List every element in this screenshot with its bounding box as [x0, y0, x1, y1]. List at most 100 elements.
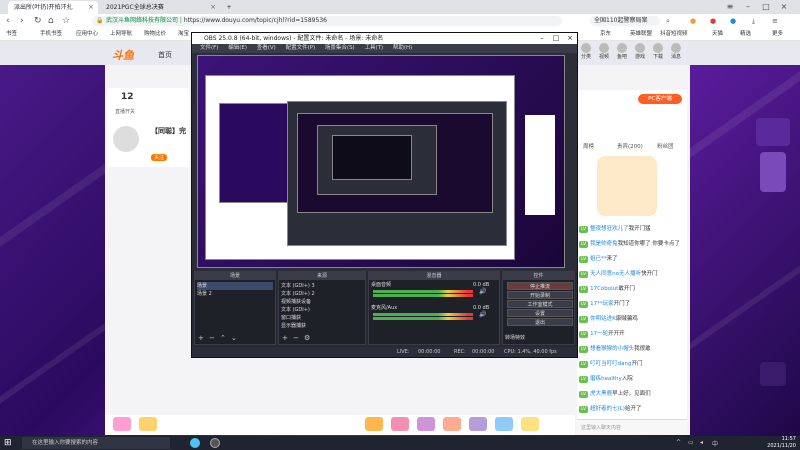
chat-username[interactable]: 我是帅奇兔 — [590, 241, 618, 247]
room-tab[interactable]: 直播开关 — [115, 108, 135, 115]
downloads-icon[interactable]: ⤓ — [752, 15, 755, 27]
chat-username[interactable]: 想看猴猴的小帽头 — [590, 346, 634, 352]
maximize-icon[interactable]: □ — [549, 33, 563, 44]
gift-icon[interactable] — [365, 417, 383, 431]
gift-icon[interactable] — [139, 417, 157, 431]
new-tab-button[interactable]: + — [222, 1, 236, 14]
minimize-icon[interactable]: – — [740, 0, 756, 14]
remove-scene-icon[interactable]: − — [209, 334, 215, 342]
source-item[interactable]: 文本 (GDI+) — [281, 306, 310, 314]
bookmark-item[interactable]: 书签 — [6, 28, 17, 40]
home-icon[interactable]: ⌂ — [48, 15, 54, 27]
menu-edit[interactable]: 编辑(E) — [228, 45, 247, 51]
menu-icon[interactable]: ≡ — [722, 0, 738, 14]
source-settings-icon[interactable]: ⚙ — [304, 334, 310, 342]
avatar[interactable] — [113, 126, 139, 152]
gift-icon[interactable] — [495, 417, 513, 431]
download-icon[interactable]: 下载 — [652, 43, 664, 60]
nav-home[interactable]: 首页 — [158, 50, 172, 60]
search-input[interactable]: 全国110起警察局案 — [590, 16, 660, 26]
close-tab-icon[interactable]: × — [210, 1, 216, 14]
move-up-icon[interactable]: ⌃ — [220, 334, 226, 342]
obs-app-icon[interactable] — [210, 438, 220, 448]
bookmark-item[interactable]: 上网导航 — [110, 28, 132, 40]
extension-icon-2[interactable]: ● — [710, 15, 716, 27]
browser-app-icon[interactable] — [190, 438, 200, 448]
chat-username[interactable]: 17Cobolut — [590, 286, 618, 292]
menu-tools[interactable]: 工具(T) — [364, 45, 383, 51]
bookmark-item[interactable]: 英雄联盟 — [630, 28, 652, 40]
game-icon[interactable]: 游戏 — [634, 43, 646, 60]
chat-username[interactable]: 无人同意no无人播听 — [590, 271, 641, 277]
bookmark-item[interactable]: 精选 — [740, 28, 751, 40]
minimize-icon[interactable]: – — [535, 33, 549, 44]
menu-view[interactable]: 查看(V) — [257, 45, 276, 51]
chat-username[interactable]: 17一轮 — [590, 331, 608, 337]
tab-fans[interactable]: 粉丝团 — [657, 142, 674, 150]
menu-help[interactable]: 帮助(H) — [393, 45, 412, 51]
source-item[interactable]: 窗口捕获 — [281, 314, 301, 322]
move-down-icon[interactable]: ⌄ — [231, 334, 237, 342]
chat-input[interactable]: 这里输入聊天内容 — [577, 419, 687, 435]
volume-icon[interactable]: ◂ — [700, 439, 703, 446]
add-scene-icon[interactable]: + — [198, 334, 204, 342]
chat-username[interactable]: 你明站进K — [590, 316, 616, 322]
bookmark-item[interactable]: 购物比价 — [144, 28, 166, 40]
close-window-icon[interactable]: × — [776, 0, 792, 14]
bookmark-item[interactable]: 抖音短视频 — [660, 28, 688, 40]
scene-item[interactable]: 场景 — [197, 282, 273, 290]
transitions-tab[interactable]: 转场特效 — [505, 334, 525, 342]
windows-start-icon[interactable]: ⊞ — [4, 438, 12, 448]
scene-item[interactable]: 场景 2 — [197, 290, 212, 298]
maximize-icon[interactable]: □ — [758, 0, 774, 14]
menu-file[interactable]: 文件(F) — [200, 45, 218, 51]
address-bar[interactable]: 🔒 武汉斗鱼网络科技有限公司 | https://www.douyu.com/t… — [92, 16, 562, 26]
start-recording-button[interactable]: 开始录制 — [507, 291, 573, 299]
speaker-icon[interactable]: 🔊 — [479, 311, 486, 318]
close-tab-icon[interactable]: × — [88, 1, 94, 14]
refresh-icon[interactable]: ↻ — [34, 15, 42, 27]
gift-icon[interactable] — [113, 417, 131, 431]
close-icon[interactable]: × — [563, 33, 577, 44]
event-badge[interactable] — [756, 118, 790, 146]
chat-username[interactable]: 磨练healthy — [590, 376, 622, 382]
stop-streaming-button[interactable]: 停止推流 — [507, 282, 573, 290]
gift-icon[interactable] — [391, 417, 409, 431]
gift-icon[interactable] — [521, 417, 539, 431]
taskbar-search[interactable]: 在这里输入你要搜索的内容 — [22, 437, 170, 449]
extension-icon[interactable]: ● — [690, 15, 696, 27]
settings-button[interactable]: 设置 — [507, 309, 573, 317]
pc-client-button[interactable]: PC客户端 — [638, 94, 682, 104]
category-icon[interactable]: 分类 — [580, 43, 592, 60]
bookmark-item[interactable]: 应用中心 — [76, 28, 98, 40]
forward-icon[interactable]: › — [20, 15, 24, 27]
extension-icon-3[interactable]: ● — [730, 15, 736, 27]
chat-username[interactable]: 姐已** — [590, 256, 607, 262]
back-icon[interactable]: ‹ — [6, 15, 10, 27]
tray-expand-icon[interactable]: ^ — [676, 439, 681, 446]
douyu-logo[interactable]: 斗鱼 — [112, 47, 134, 63]
bookmarks-more[interactable]: 更多 — [772, 28, 783, 40]
video-icon[interactable]: 视频 — [598, 43, 610, 60]
chat-username[interactable]: 整夜想狂欢儿了 — [590, 226, 629, 232]
message-icon[interactable]: 消息 — [670, 43, 682, 60]
source-item[interactable]: 视频捕获设备 — [281, 298, 311, 306]
source-item[interactable]: 显示器捕获 — [281, 322, 306, 330]
add-source-icon[interactable]: + — [282, 334, 288, 342]
ime-icon[interactable]: 中 — [712, 439, 718, 448]
event-badge-3[interactable] — [760, 362, 786, 386]
chat-username[interactable]: 17**玩家 — [590, 301, 614, 307]
gift-icon[interactable] — [417, 417, 435, 431]
bookmark-item[interactable]: 天猫 — [712, 28, 723, 40]
chat-username[interactable]: 虎大黑鹿 — [590, 391, 612, 397]
tab-vip[interactable]: 贵宾(200) — [617, 142, 643, 150]
gift-icon[interactable] — [443, 417, 461, 431]
chat-username[interactable]: 超好者的七(L) — [590, 406, 625, 412]
bookmark-item[interactable]: 手机书签 — [40, 28, 62, 40]
bookmark-item[interactable]: 淘宝 — [178, 28, 189, 40]
event-badge-2[interactable] — [760, 152, 786, 192]
exit-button[interactable]: 退出 — [507, 318, 573, 326]
menu-scene-collection[interactable]: 场景集合(S) — [325, 45, 355, 51]
bookmark-item[interactable]: 京东 — [600, 28, 611, 40]
search-icon[interactable]: ⌕ — [666, 15, 670, 27]
